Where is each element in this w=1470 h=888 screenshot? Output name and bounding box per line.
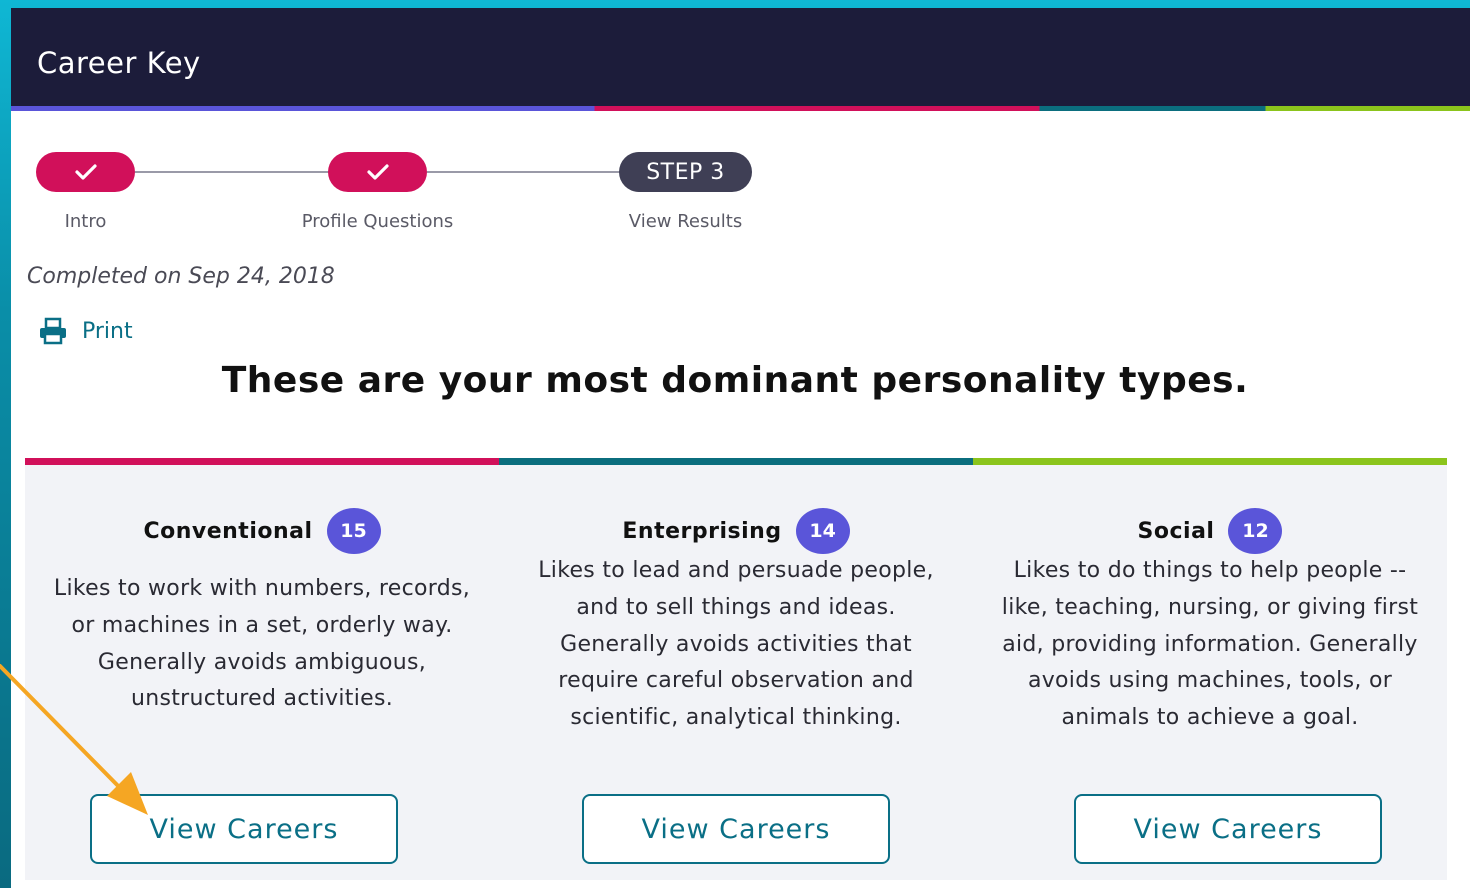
top-navbar: Career Key <box>11 8 1470 106</box>
personality-description: Likes to lead and persuade people, and t… <box>538 558 934 731</box>
card-accent-stripe <box>25 458 499 465</box>
step-connector <box>427 171 621 173</box>
card-header: Social 12 <box>973 503 1447 559</box>
personality-description: Likes to work with numbers, records, or … <box>53 576 471 712</box>
print-link[interactable]: Print <box>38 315 133 347</box>
score-badge: 12 <box>1228 508 1283 554</box>
view-careers-button[interactable]: View Careers <box>1074 794 1382 864</box>
personality-type-name: Conventional <box>143 518 313 544</box>
step-connector <box>135 171 330 173</box>
checkmark-icon <box>74 164 97 180</box>
personality-type-name: Enterprising <box>622 518 782 544</box>
results-headline: These are your most dominant personality… <box>221 360 1249 401</box>
personality-cards-panel: Conventional 15 Likes to work with numbe… <box>25 458 1447 880</box>
personality-card-social: Social 12 Likes to do things to help peo… <box>973 465 1447 880</box>
step-label-intro: Intro <box>64 211 107 232</box>
step-2-complete-pill[interactable] <box>328 152 427 192</box>
step-label-view-results: View Results <box>628 211 743 232</box>
card-header: Enterprising 14 <box>499 503 973 559</box>
score-badge: 15 <box>326 508 381 554</box>
step-1-complete-pill[interactable] <box>36 152 135 192</box>
personality-type-name: Social <box>1137 518 1215 544</box>
view-careers-button[interactable]: View Careers <box>90 794 398 864</box>
card-header: Conventional 15 <box>25 503 499 559</box>
card-accent-stripe <box>973 458 1447 465</box>
personality-card-conventional: Conventional 15 Likes to work with numbe… <box>25 465 499 880</box>
print-label: Print <box>82 318 133 344</box>
header-accent-stripe <box>11 106 1470 111</box>
completed-date: Completed on Sep 24, 2018 <box>27 264 335 289</box>
step-3-current-pill[interactable]: STEP 3 <box>619 152 752 192</box>
personality-card-enterprising: Enterprising 14 Likes to lead and persua… <box>499 465 973 880</box>
app-title: Career Key <box>37 46 201 80</box>
step-label-profile-questions: Profile Questions <box>301 211 454 232</box>
score-badge: 14 <box>795 508 850 554</box>
personality-description: Likes to do things to help people -- lik… <box>1001 558 1419 731</box>
card-accent-stripe <box>499 458 973 465</box>
printer-icon <box>40 317 66 345</box>
checkmark-icon <box>366 164 389 180</box>
view-careers-button[interactable]: View Careers <box>582 794 890 864</box>
